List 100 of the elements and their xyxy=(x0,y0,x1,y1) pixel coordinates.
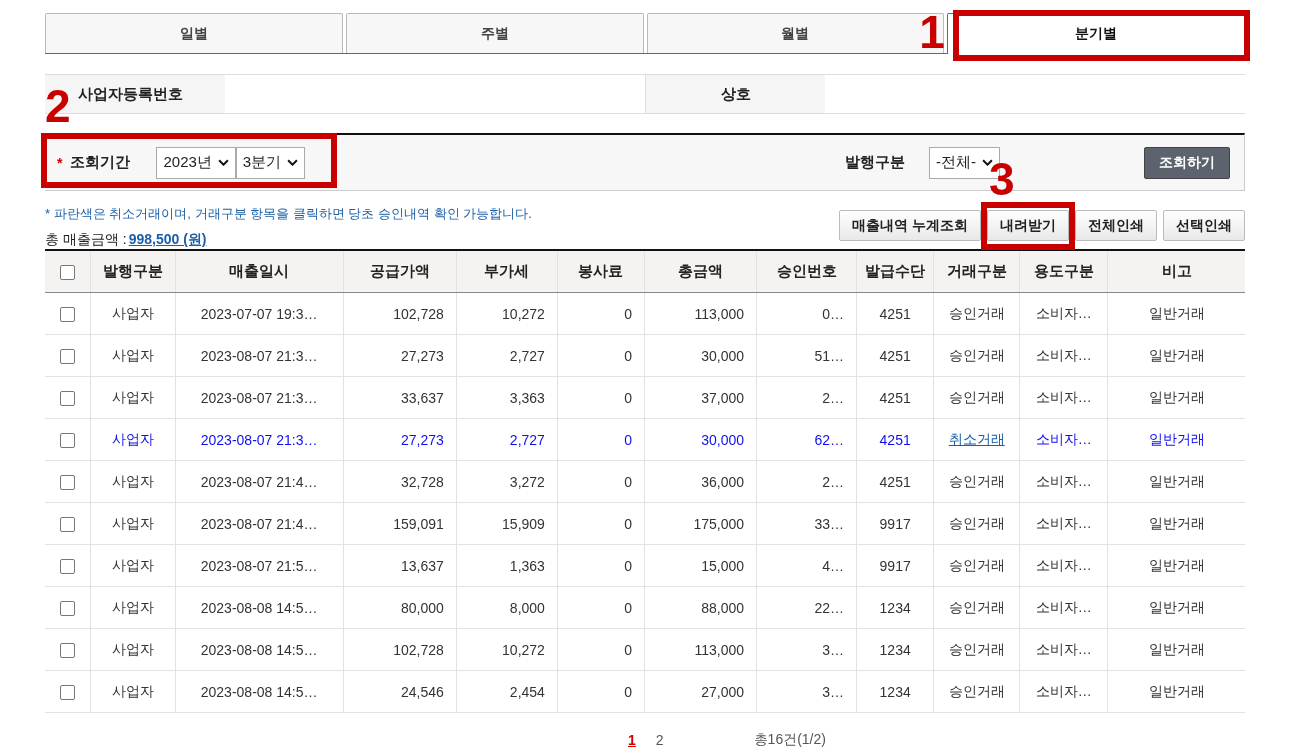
table-cell: 0 xyxy=(557,502,645,545)
table-cell: 소비자… xyxy=(1019,586,1108,629)
row-checkbox[interactable] xyxy=(59,642,75,658)
table-cell: 36,000 xyxy=(644,460,757,503)
table-cell: 0 xyxy=(557,544,645,587)
year-select[interactable]: 2023년 xyxy=(156,146,236,179)
table-cell: 159,091 xyxy=(343,502,457,545)
page-link[interactable]: 1 xyxy=(628,732,636,747)
transaction-type-link[interactable]: 승인거래 xyxy=(933,460,1020,503)
table-cell: 1234 xyxy=(856,628,934,671)
row-checkbox[interactable] xyxy=(59,558,75,574)
column-header: 매출일시 xyxy=(175,250,344,293)
column-header: 용도구분 xyxy=(1019,250,1108,293)
transaction-type-link[interactable]: 승인거래 xyxy=(933,670,1020,713)
table-cell: 88,000 xyxy=(644,586,757,629)
table-cell: 27,000 xyxy=(644,670,757,713)
table-cell: 1234 xyxy=(856,586,934,629)
transaction-type-link[interactable]: 승인거래 xyxy=(933,376,1020,419)
table-cell: 10,272 xyxy=(456,628,558,671)
page-link[interactable]: 2 xyxy=(655,732,664,747)
column-header: 발급수단 xyxy=(856,250,934,293)
period-tab[interactable]: 일별 xyxy=(45,13,343,53)
row-checkbox[interactable] xyxy=(59,390,75,406)
table-cell: 4251 xyxy=(856,334,934,377)
transaction-type-link[interactable]: 승인거래 xyxy=(933,502,1020,545)
table-cell: 4251 xyxy=(856,418,934,461)
table-cell: 27,273 xyxy=(343,418,457,461)
action-button[interactable]: 내려받기 xyxy=(987,210,1069,241)
table-cell: 80,000 xyxy=(343,586,457,629)
table-cell: 102,728 xyxy=(343,628,457,671)
table-cell: 일반거래 xyxy=(1107,292,1245,335)
action-button[interactable]: 매출내역 누계조회 xyxy=(839,210,981,241)
table-cell: 30,000 xyxy=(644,334,757,377)
table-cell: 소비자… xyxy=(1019,628,1108,671)
row-checkbox[interactable] xyxy=(59,600,75,616)
table-cell: 2023-08-07 21:4… xyxy=(175,460,344,503)
table-cell: 일반거래 xyxy=(1107,628,1245,671)
column-header: 부가세 xyxy=(456,250,558,293)
table-cell: 24,546 xyxy=(343,670,457,713)
transaction-type-link[interactable]: 승인거래 xyxy=(933,544,1020,587)
table-cell: 0 xyxy=(557,292,645,335)
table-cell: 2… xyxy=(756,460,857,503)
table-cell: 일반거래 xyxy=(1107,418,1245,461)
search-button[interactable]: 조회하기 xyxy=(1144,146,1230,179)
table-cell: 3,363 xyxy=(456,376,558,419)
transaction-type-link[interactable]: 승인거래 xyxy=(933,628,1020,671)
table-cell: 4251 xyxy=(856,292,934,335)
transaction-type-link[interactable]: 취소거래 xyxy=(933,418,1020,461)
table-cell: 사업자 xyxy=(90,670,176,713)
action-button[interactable]: 선택인쇄 xyxy=(1163,210,1245,241)
total-amount-link[interactable]: 998,500 (원) xyxy=(128,231,207,247)
table-cell: 소비자… xyxy=(1019,502,1108,545)
table-cell: 2023-08-07 21:5… xyxy=(175,544,344,587)
table-cell: 일반거래 xyxy=(1107,334,1245,377)
transaction-type-link[interactable]: 승인거래 xyxy=(933,334,1020,377)
action-button[interactable]: 전체인쇄 xyxy=(1075,210,1157,241)
table-cell: 2,727 xyxy=(456,334,558,377)
select-all-checkbox[interactable] xyxy=(59,265,75,281)
row-checkbox[interactable] xyxy=(59,474,75,490)
table-cell: 8,000 xyxy=(456,586,558,629)
table-cell: 32,728 xyxy=(343,460,457,503)
row-checkbox[interactable] xyxy=(59,348,75,364)
table-cell: 소비자… xyxy=(1019,460,1108,503)
quarter-select[interactable]: 3분기 xyxy=(235,146,306,179)
table-cell: 2023-08-08 14:5… xyxy=(175,628,344,671)
table-cell: 4251 xyxy=(856,460,934,503)
row-checkbox[interactable] xyxy=(59,516,75,532)
table-cell: 2023-08-07 21:3… xyxy=(175,418,344,461)
table-cell: 3… xyxy=(756,628,857,671)
annotation-number: 2 xyxy=(45,83,71,129)
table-cell: 2023-07-07 19:3… xyxy=(175,292,344,335)
row-checkbox[interactable] xyxy=(59,432,75,448)
row-checkbox[interactable] xyxy=(59,684,75,700)
column-header: 총금액 xyxy=(644,250,757,293)
row-checkbox[interactable] xyxy=(59,306,75,322)
table-cell: 0 xyxy=(557,586,645,629)
table-cell: 33… xyxy=(756,502,857,545)
table-cell: 사업자 xyxy=(90,460,176,503)
table-cell: 일반거래 xyxy=(1107,544,1245,587)
table-cell: 15,000 xyxy=(644,544,757,587)
transaction-type-link[interactable]: 승인거래 xyxy=(933,292,1020,335)
table-cell: 0 xyxy=(557,376,645,419)
table-cell: 175,000 xyxy=(644,502,757,545)
table-cell: 일반거래 xyxy=(1107,502,1245,545)
table-cell: 소비자… xyxy=(1019,376,1108,419)
table-cell: 소비자… xyxy=(1019,670,1108,713)
table-cell: 113,000 xyxy=(644,292,757,335)
transaction-type-link[interactable]: 승인거래 xyxy=(933,586,1020,629)
table-cell: 일반거래 xyxy=(1107,586,1245,629)
table-cell: 사업자 xyxy=(90,334,176,377)
table-cell: 3,272 xyxy=(456,460,558,503)
table-cell: 22… xyxy=(756,586,857,629)
column-header: 승인번호 xyxy=(756,250,857,293)
chevron-icon xyxy=(217,159,229,166)
period-tab[interactable]: 주별 xyxy=(345,13,644,53)
table-cell: 소비자… xyxy=(1019,292,1108,335)
result-count: 총16건(1/2) xyxy=(753,731,826,747)
table-cell: 2,454 xyxy=(456,670,558,713)
table-cell: 2023-08-07 21:4… xyxy=(175,502,344,545)
table-cell: 사업자 xyxy=(90,586,176,629)
